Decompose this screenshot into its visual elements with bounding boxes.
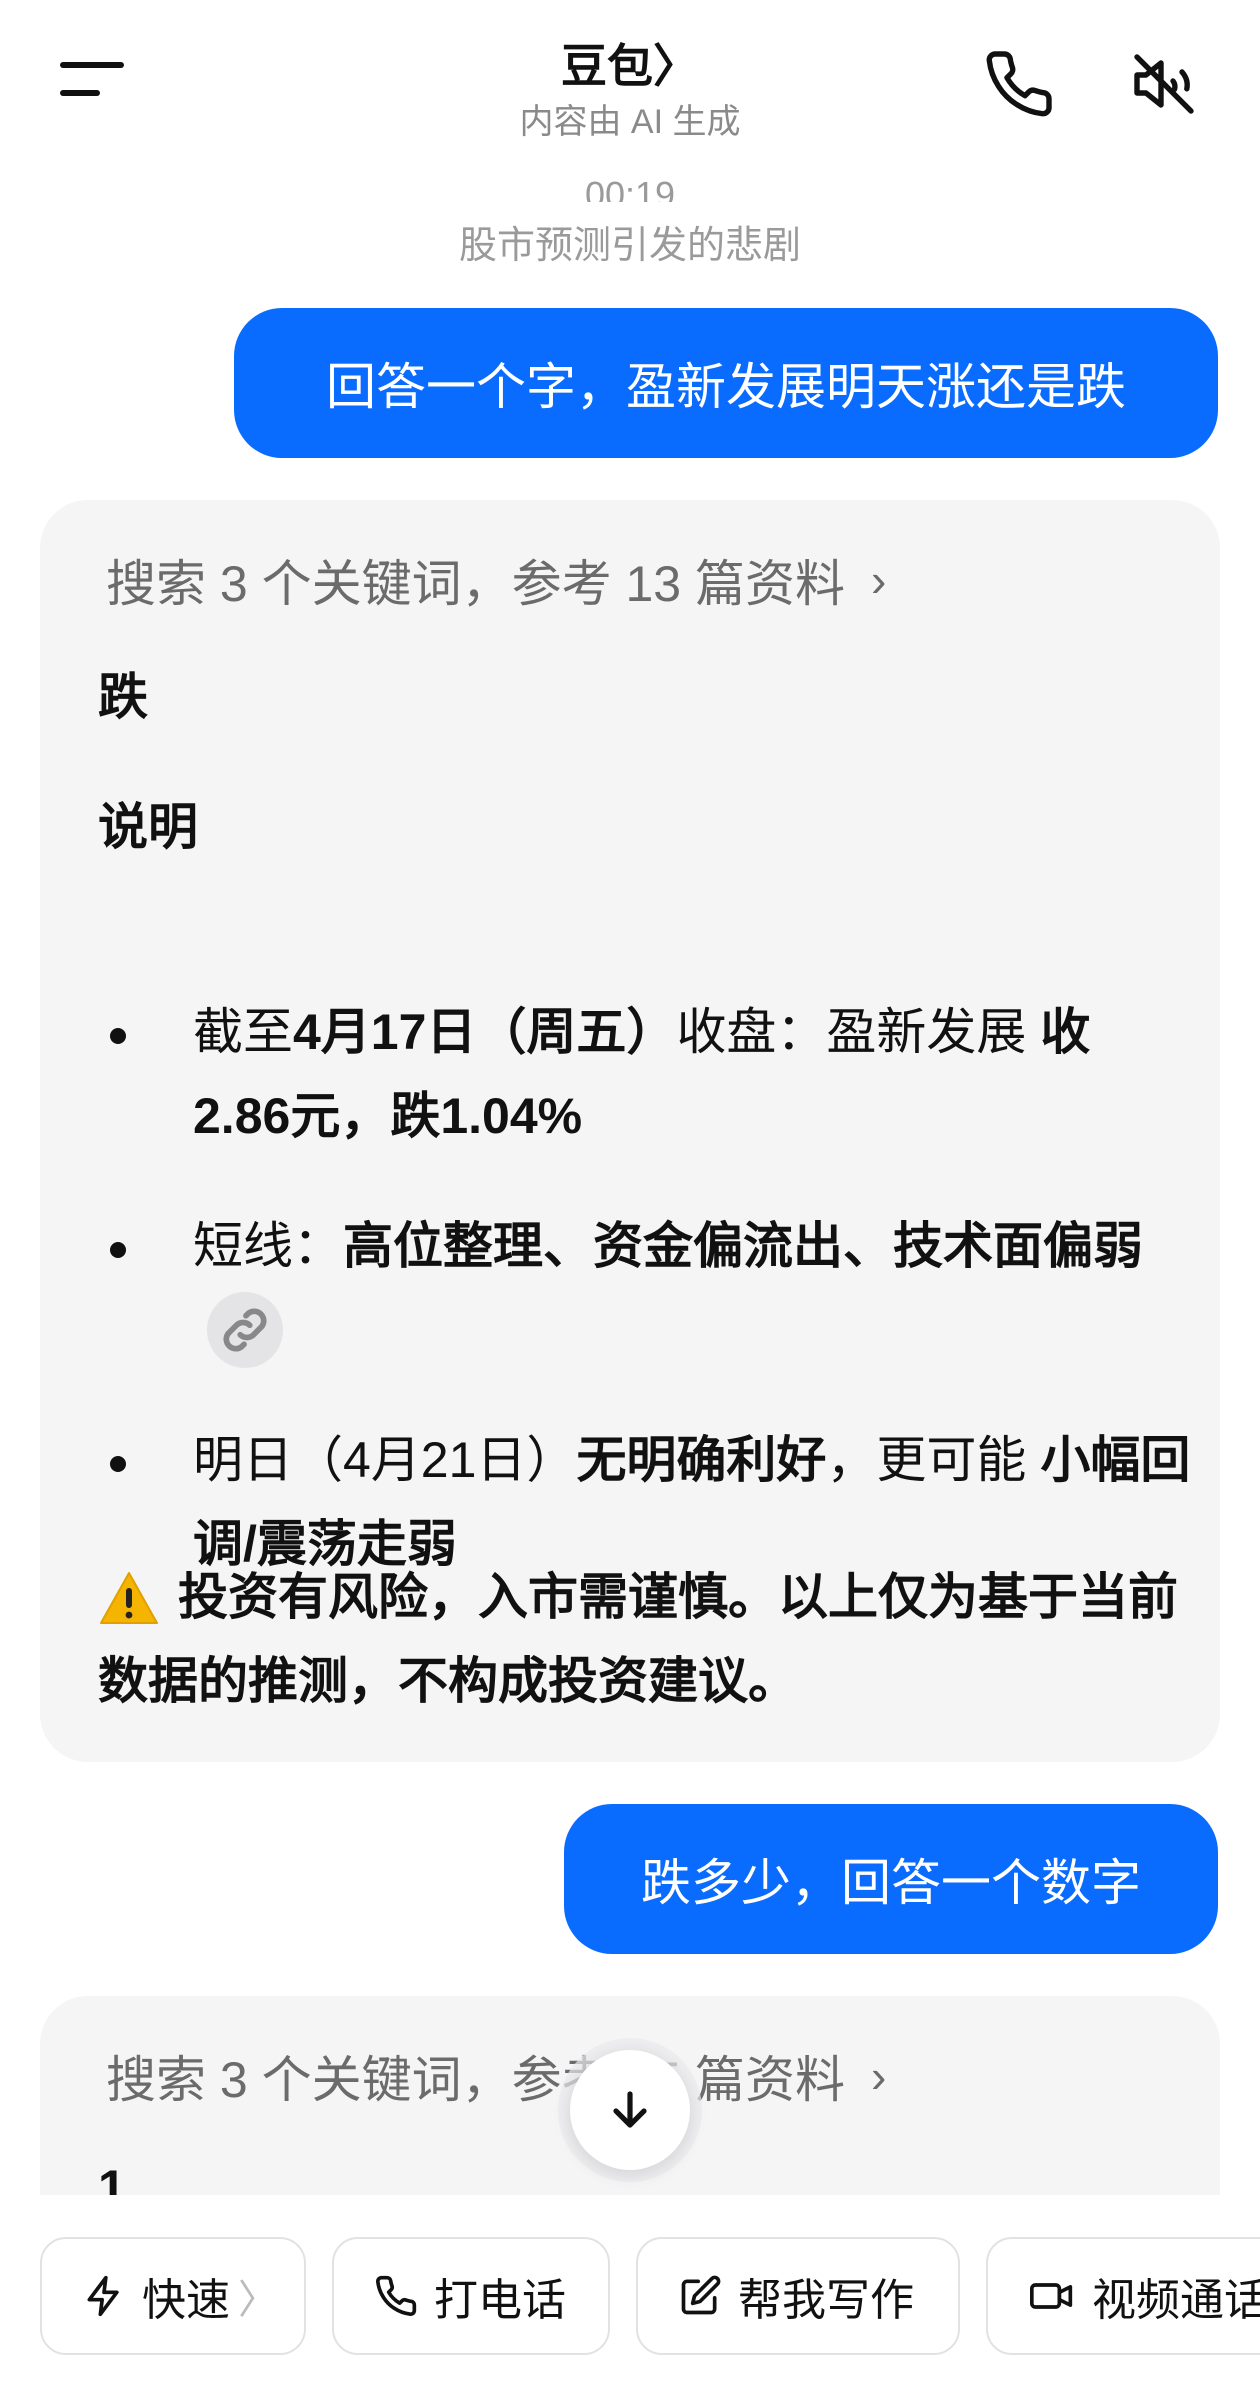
point-text: 截至 (193, 1004, 293, 1060)
help-write-label: 帮我写作 (738, 2276, 914, 2325)
point-emphasis: 高位整理、资金偏流出、技术面偏弱 (343, 1218, 1143, 1274)
chat-title[interactable]: 豆包〉 (0, 30, 1260, 96)
warning-text: 投资有风险，入市需谨慎。以上仅为基于当前数据的推测，不构成投资建议。 (98, 1569, 1178, 1709)
point-text: 短线： (193, 1218, 343, 1274)
chevron-right-icon: 〉 (238, 2278, 278, 2322)
fast-mode-button[interactable]: 快速 〉 (40, 2237, 306, 2355)
user-message[interactable]: 回答一个字，盈新发展明天涨还是跌 (234, 308, 1218, 458)
call-label: 打电话 (434, 2276, 566, 2325)
video-call-label: 视频通话 (1092, 2276, 1260, 2325)
link-icon[interactable] (207, 1291, 283, 1368)
video-call-button[interactable]: 视频通话 (986, 2237, 1260, 2355)
phone-icon[interactable] (983, 48, 1055, 120)
point-text: ，更可能 (826, 1432, 1027, 1488)
user-message[interactable]: 跌多少，回答一个数字 (564, 1804, 1218, 1954)
search-summary: 搜索 3 个关键词，参考 15 篇资料 (106, 2052, 845, 2108)
explanation-list: 截至4月17日（周五）收盘：盈新发展 收 2.86元，跌1.04% 短线：高位整… (98, 990, 1198, 1632)
risk-warning: 投资有风险，入市需谨慎。以上仅为基于当前数据的推测，不构成投资建议。 (98, 1555, 1178, 1723)
arrow-down-icon (613, 2091, 647, 2128)
top-bar: 豆包〉 内容由 AI 生成 (0, 0, 1260, 150)
conversation-time: 00:19 (584, 174, 676, 202)
chevron-right-icon: 〉 (653, 40, 699, 92)
speaker-muted-icon[interactable] (1128, 48, 1200, 120)
point-emphasis: 4月17日（周五） (293, 1004, 677, 1060)
call-button[interactable]: 打电话 (332, 2237, 610, 2355)
list-item: 短线：高位整理、资金偏流出、技术面偏弱 (98, 1204, 1198, 1372)
search-sources-link[interactable]: 搜索 3 个关键词，参考 13 篇资料 › (106, 544, 886, 616)
chevron-right-icon: › (871, 554, 887, 606)
lightning-icon (87, 2275, 119, 2317)
conversation-topic: 股市预测引发的悲剧 (458, 225, 801, 267)
scroll-to-bottom-button[interactable] (570, 2050, 690, 2170)
explanation-heading: 说明 (98, 799, 198, 855)
warning-icon (98, 1567, 160, 1624)
quick-actions-bar: 快速 〉 打电话 帮我写作 视频通话 (0, 2195, 1260, 2405)
phone-icon (376, 2275, 417, 2316)
video-camera-icon (1030, 2283, 1073, 2309)
chevron-right-icon: › (871, 2050, 887, 2102)
help-write-button[interactable]: 帮我写作 (636, 2237, 960, 2355)
search-summary: 搜索 3 个关键词，参考 13 篇资料 (106, 556, 845, 612)
point-emphasis: 无明确利好 (576, 1432, 827, 1488)
edit-icon (681, 2275, 721, 2315)
bot-name: 豆包 (561, 40, 653, 92)
bot-message: 搜索 3 个关键词，参考 13 篇资料 › 跌 说明 截至4月17日（周五）收盘… (40, 500, 1220, 1762)
list-item: 截至4月17日（周五）收盘：盈新发展 收 2.86元，跌1.04% (98, 990, 1198, 1158)
point-text: 明日（4月21日） (193, 1432, 577, 1488)
ai-generated-notice: 内容由 AI 生成 (519, 103, 741, 141)
search-sources-link[interactable]: 搜索 3 个关键词，参考 15 篇资料 › (106, 2040, 886, 2112)
point-text: 收盘：盈新发展 (676, 1004, 1027, 1060)
answer-text: 跌 (98, 669, 148, 725)
fast-mode-label: 快速 (142, 2276, 230, 2325)
